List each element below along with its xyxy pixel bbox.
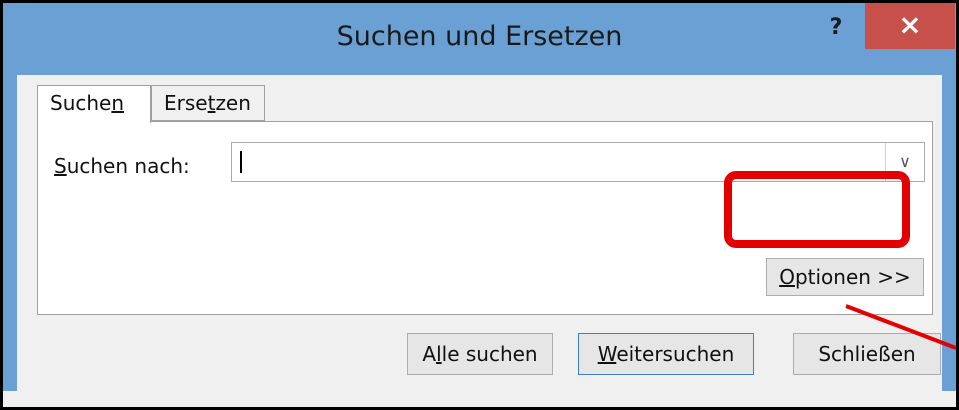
find-all-button[interactable]: Alle suchen [407,333,553,375]
tab-suchen-label: Suche [50,91,112,115]
window-bottom-edge [3,391,956,407]
dialog-title: Suchen und Ersetzen [336,21,623,52]
tab-ersetzen-label-start: Erse [164,91,208,115]
tab-suchen[interactable]: Suchen [37,85,151,123]
find-next-mnemonic: W [597,342,617,366]
search-combobox[interactable]: ∨ [231,142,925,182]
search-label-text: uchen nach: [66,154,190,178]
tab-ersetzen-label-end: zen [215,91,251,115]
search-label-mnemonic: S [54,154,67,178]
search-tab-panel: Suchen nach: ∨ Optionen >> [37,121,933,315]
options-button[interactable]: Optionen >> [766,258,924,296]
help-button[interactable]: ? [816,11,856,45]
find-next-button[interactable]: Weitersuchen [578,333,754,375]
close-icon: × [898,8,922,41]
find-next-label: eitersuchen [616,342,735,366]
search-input[interactable] [236,147,880,179]
find-replace-dialog: Suchen und Ersetzen ? × Suchen Ersetzen … [3,3,956,407]
tab-suchen-mnemonic: n [111,91,125,115]
options-mnemonic: O [779,265,795,289]
chevron-down-icon[interactable]: ∨ [885,143,924,181]
options-label: ptionen >> [794,265,911,289]
close-button[interactable]: Schließen [793,333,941,375]
dialog-body: Suchen Ersetzen Suchen nach: ∨ Optionen … [17,75,942,391]
find-all-label-end: le suchen [441,342,538,366]
tab-ersetzen[interactable]: Ersetzen [151,85,265,121]
find-all-label-start: A [422,342,437,366]
search-label: Suchen nach: [54,154,190,178]
close-window-button[interactable]: × [865,3,955,49]
title-bar[interactable]: Suchen und Ersetzen ? × [3,3,956,75]
